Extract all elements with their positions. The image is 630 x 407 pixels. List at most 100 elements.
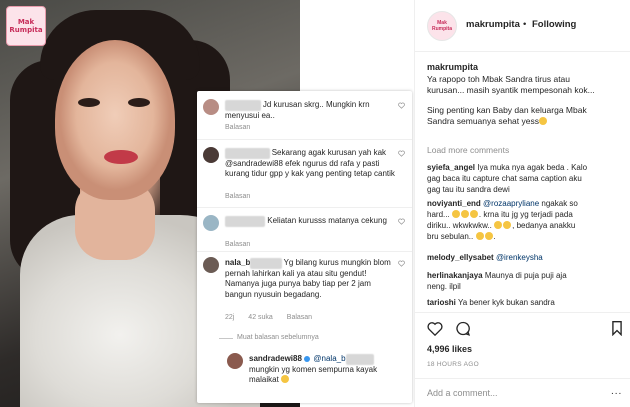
following-button[interactable]: Following: [532, 19, 576, 30]
comment-text: Maunya di puja puji aja: [482, 271, 567, 280]
username[interactable]: nala_b: [225, 258, 250, 267]
overlay-comment-text: xxxxxxxx Jd kurusan skrg.. Mungkin krn m…: [225, 100, 395, 121]
caption-username[interactable]: makrumpita: [427, 62, 478, 72]
comment: herlinakanjaya Maunya di puja puji aja n…: [427, 270, 627, 292]
avatar: [203, 257, 219, 273]
logo-text-top: Mak: [17, 18, 35, 26]
comment-meta: Balasan: [225, 241, 262, 248]
blurred-username: xxxxxxxxx: [225, 216, 266, 227]
comment-username[interactable]: melody_ellysabet: [427, 253, 494, 262]
avatar[interactable]: Mak Rumpita: [427, 11, 457, 41]
caption-line: Ya rapopo toh Mbak Sandra tirus atau: [427, 74, 571, 84]
emoji-icon: [503, 221, 512, 229]
comment: noviyanti_end @rozaapryliane ngakak so h…: [427, 199, 578, 241]
caption-line: kurusan... masih syantik mempesonah kok.…: [427, 85, 595, 95]
emoji-icon: [469, 210, 478, 218]
avatar: [203, 215, 219, 231]
divider: [197, 251, 412, 252]
mention-link[interactable]: @rozaapryliane: [483, 199, 539, 208]
comment-text: gag baca itu capture chat sama caption a…: [427, 174, 582, 183]
comment: melody_ellysabet @irenkeysha: [427, 252, 627, 263]
header-username[interactable]: makrumpita: [466, 19, 520, 30]
photo-eye-right: [128, 98, 150, 107]
divider: [197, 207, 412, 208]
mention-link[interactable]: @sandradewi88: [225, 159, 283, 168]
emoji-icon: [538, 117, 547, 125]
avatar: [203, 99, 219, 115]
reply-label[interactable]: Balasan: [225, 241, 250, 248]
heart-outline-icon[interactable]: [398, 260, 405, 267]
comment: tarioshi Ya bener kyk bukan sandra: [427, 297, 627, 308]
comment-username[interactable]: herlinakanjaya: [427, 271, 483, 280]
blurred-mention: xxxxxxx: [345, 354, 374, 365]
blurred-username: xxxxxxx: [250, 258, 282, 269]
comment-username[interactable]: syiefa_angel: [427, 163, 475, 172]
emoji-icon: [494, 221, 503, 229]
heart-outline-icon[interactable]: [398, 102, 405, 109]
overlay-reply: sandradewi88 @nala_bxxxxxxx mungkin yg k…: [227, 353, 407, 393]
overlay-comment-text: xxxxxxxxx Keliatan kurusss matanya cekun…: [225, 216, 395, 227]
more-options-icon[interactable]: ...: [611, 386, 622, 397]
avatar: [227, 353, 243, 369]
heart-outline-icon[interactable]: [398, 218, 405, 225]
action-bar: [415, 312, 630, 342]
comment-text: , bedanya anakku: [512, 221, 576, 230]
comment-text: ngakak so: [539, 199, 578, 208]
comment-text: neng. ilpil: [427, 282, 461, 291]
photo-lips: [104, 150, 138, 164]
comment-text: Ya bener kyk bukan sandra: [455, 298, 555, 307]
watermark-logo: Mak Rumpita: [6, 6, 46, 46]
comment-username[interactable]: tarioshi: [427, 298, 456, 307]
reply-label[interactable]: Balasan: [225, 124, 250, 131]
verified-badge-icon: [304, 356, 311, 362]
comment-text: diriku.. wkwkwkw..: [427, 221, 492, 230]
reply-label[interactable]: Balasan: [287, 314, 312, 321]
post-timestamp: 18 HOURS AGO: [427, 361, 480, 368]
separator-dot: •: [523, 19, 527, 30]
add-comment-input[interactable]: Add a comment...: [427, 388, 498, 398]
divider-line: [219, 338, 233, 339]
logo-text-bottom: Rumpita: [9, 26, 43, 34]
username[interactable]: sandradewi88: [249, 354, 302, 363]
comment-meta: Balasan: [225, 124, 262, 131]
blurred-username: xxxxxxxxxx: [225, 148, 270, 159]
comment-text: hard...: [427, 210, 450, 219]
load-previous-replies-link[interactable]: Muat balasan sebelumnya: [237, 334, 319, 341]
bookmark-icon[interactable]: [611, 321, 623, 336]
comment-text: krna itu jg yg terjadi pada: [483, 210, 573, 219]
photo-face: [55, 40, 175, 200]
comment: syiefa_angel Iya muka nya agak beda . Ka…: [427, 162, 627, 195]
caption-line-text: Sandra semuanya sehat yess: [427, 116, 539, 126]
overlay-comment-text: xxxxxxxxxx Sekarang agak kurusan yah kak…: [225, 148, 395, 180]
heart-outline-icon[interactable]: [398, 150, 405, 157]
comment-screenshot-card: xxxxxxxx Jd kurusan skrg.. Mungkin krn m…: [197, 91, 412, 403]
load-more-comments-link[interactable]: Load more comments: [427, 145, 509, 155]
overlay-reply-text: sandradewi88 @nala_bxxxxxxx mungkin yg k…: [249, 354, 399, 386]
emoji-icon: [281, 375, 290, 383]
mention-link[interactable]: @nala_b: [313, 354, 345, 363]
comment-text: bru sebulan..: [427, 232, 474, 241]
comment-body: Sekarang agak kurusan yah kak: [269, 148, 387, 157]
avatar-text-bottom: Rumpita: [432, 26, 452, 32]
post-side-panel: Mak Rumpita makrumpita • Following makru…: [414, 0, 630, 407]
photo-eye-left: [78, 98, 100, 107]
comment-username[interactable]: noviyanti_end: [427, 199, 481, 208]
overlay-comment: nala_bxxxxxxx Yg bilang kurus mungkin bl…: [203, 257, 408, 327]
comment-meta: Balasan: [225, 193, 262, 200]
comment-input-bar: Add a comment... ...: [415, 378, 630, 407]
comment-text: gag tau itu sandra dewi: [427, 185, 510, 194]
caption-line: Sandra semuanya sehat yess: [427, 116, 627, 127]
likes-count[interactable]: 4,996 likes: [427, 344, 472, 354]
blurred-username: xxxxxxxx: [225, 100, 261, 111]
comment-icon[interactable]: [455, 321, 471, 336]
reply-label[interactable]: Balasan: [225, 193, 250, 200]
caption-line: Sing penting kan Baby dan keluarga Mbak: [427, 105, 587, 115]
heart-icon[interactable]: [427, 321, 443, 336]
comment-meta: 22j 42 suka Balasan: [225, 314, 324, 321]
emoji-icon: [475, 232, 484, 240]
comment-text: Iya muka nya agak beda . Kalo: [475, 163, 588, 172]
mention-link[interactable]: @irenkeysha: [496, 253, 543, 262]
avatar: [203, 147, 219, 163]
emoji-icon: [484, 232, 493, 240]
overlay-comment-text: nala_bxxxxxxx Yg bilang kurus mungkin bl…: [225, 258, 395, 300]
